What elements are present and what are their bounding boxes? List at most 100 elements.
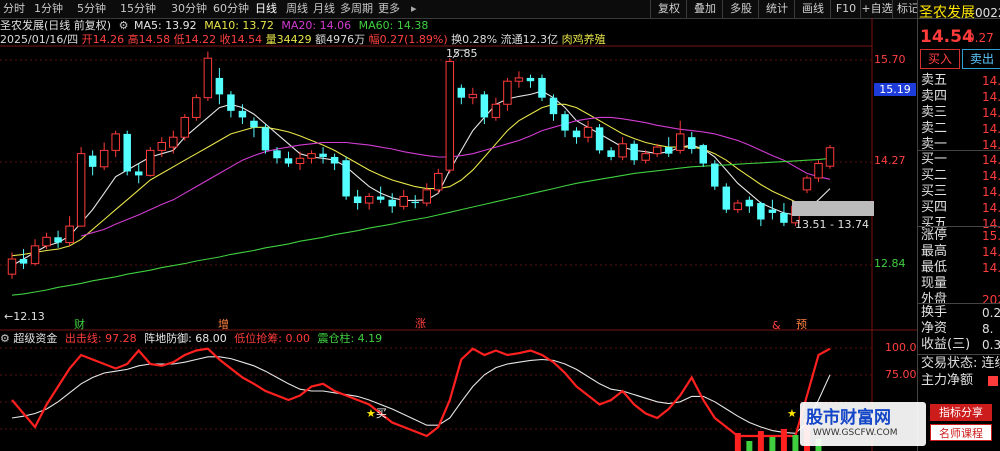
price-tick-low: 12.84 xyxy=(874,257,906,270)
indicator-tick-75: 75.00 xyxy=(885,368,917,381)
side-stat-label: 最低 xyxy=(921,260,948,275)
candle-body-up xyxy=(814,163,823,179)
candle-body-up xyxy=(295,157,305,165)
side-ask-value: 14. xyxy=(982,74,1000,88)
price-tick-high: 15.70 xyxy=(874,53,906,66)
candle-body-up xyxy=(503,80,512,105)
shakeout-bar xyxy=(769,437,776,451)
event-marker-finance[interactable]: 财 xyxy=(74,318,85,331)
candle-body-up xyxy=(399,195,408,207)
side-ask-label: 卖二 xyxy=(921,121,948,136)
side-price: 14.54 xyxy=(920,27,974,47)
candle-body-down xyxy=(457,87,466,98)
shakeout-bar xyxy=(734,433,741,451)
candle-body-down xyxy=(19,259,28,264)
candle-body-down xyxy=(595,127,604,151)
candle-body-down xyxy=(757,203,765,220)
candle-body-down xyxy=(134,171,143,176)
candle-body-down xyxy=(330,156,339,164)
candle-body-up xyxy=(641,153,650,161)
candle-body-up xyxy=(364,195,374,204)
candle-body-down xyxy=(353,196,362,204)
candle-body-down xyxy=(780,212,788,223)
indicator-line4: 震仓柱: 4.19 xyxy=(317,332,383,345)
side-divider xyxy=(918,150,1000,151)
candle-body-up xyxy=(76,153,86,227)
range-highlight-box xyxy=(792,201,874,216)
watermark-site-name: 股市财富网 xyxy=(806,408,891,428)
candle-body-down xyxy=(526,77,535,82)
candle-body-up xyxy=(65,225,74,244)
indicator-name[interactable]: 超级资金 xyxy=(13,332,57,345)
candle-body-up xyxy=(169,136,178,148)
event-marker-forecast[interactable]: 预 xyxy=(796,318,807,331)
candle-body-up xyxy=(307,153,316,159)
side-stat-value: 14. xyxy=(982,245,1000,259)
sell-button[interactable]: 卖出 xyxy=(962,49,1000,69)
candle-body-down xyxy=(411,201,419,204)
candle-body-up xyxy=(30,245,40,265)
candle-body-up xyxy=(192,97,201,118)
indicator-header: ⚙ 超级资金 出击线: 97.28 阵地防御: 68.00 低位抢筹: 0.00… xyxy=(0,332,382,346)
annotation-high: 15.85 xyxy=(446,47,478,60)
candle-body-up xyxy=(146,149,155,176)
shakeout-bar xyxy=(757,431,764,451)
candle-body-up xyxy=(618,143,627,158)
candle-body-up xyxy=(652,146,662,155)
side-bid-value: 14. xyxy=(982,153,1000,167)
candle-body-up xyxy=(7,258,17,275)
trade-status: 交易状态: 连续 xyxy=(921,356,1000,371)
candle-body-down xyxy=(538,77,546,98)
side-ask-value: 14. xyxy=(982,106,1000,120)
price-tick-mid: 14.27 xyxy=(874,154,906,167)
side-stat2-label: 净资 xyxy=(921,321,948,336)
candle-body-down xyxy=(699,145,708,164)
candle-body-up xyxy=(157,141,167,151)
candle-body-up xyxy=(825,147,835,167)
candle-body-down xyxy=(388,199,396,207)
indicator-line2: 阵地防御: 68.00 xyxy=(144,332,227,345)
candle-body-down xyxy=(664,147,673,154)
candle-body-down xyxy=(319,153,327,157)
defense-line xyxy=(11,356,831,434)
buy-signal-label: 买 xyxy=(375,407,387,420)
candle-body-down xyxy=(688,137,696,150)
side-bid-value: 14. xyxy=(982,201,1000,215)
side-stat2-value: 0.3 xyxy=(982,338,1000,352)
event-marker-limit[interactable]: 涨 xyxy=(415,317,426,330)
candle-body-up xyxy=(422,189,432,204)
side-stat-value: 14. xyxy=(982,261,1000,275)
candle-body-down xyxy=(768,209,777,213)
candle-body-down xyxy=(549,97,558,115)
candle-body-down xyxy=(54,237,62,243)
range-label: 13.51 - 13.74 xyxy=(795,218,869,231)
candle-body-down xyxy=(238,110,247,118)
side-stat2-label: 收益(三) xyxy=(921,337,971,352)
candle-body-down xyxy=(342,160,350,197)
side-stat-label: 最高 xyxy=(921,244,948,259)
side-bid-value: 14. xyxy=(982,169,1000,183)
annotation-low: ←12.13 xyxy=(4,310,45,323)
buy-button[interactable]: 买入 xyxy=(920,49,960,69)
candle-body-down xyxy=(215,77,224,95)
candle-body-up xyxy=(99,149,109,168)
side-bid-label: 买一 xyxy=(921,152,948,167)
event-marker-increase[interactable]: 增 xyxy=(218,318,229,331)
event-marker-amp[interactable]: & xyxy=(772,319,781,332)
ma10-line xyxy=(11,103,831,257)
candle-body-down xyxy=(711,163,719,187)
side-divider xyxy=(918,354,1000,355)
candle-body-down xyxy=(745,199,754,207)
candle-body-up xyxy=(434,172,443,191)
side-divider xyxy=(918,226,1000,227)
candle-body-up xyxy=(468,93,478,99)
flow-bar-icon xyxy=(988,376,998,386)
candle-body-up xyxy=(180,116,190,138)
side-bid-label: 买三 xyxy=(921,184,948,199)
watermark-tag-course: 名师课程 xyxy=(930,424,992,441)
kline-chart[interactable] xyxy=(0,0,917,451)
side-ask-label: 卖三 xyxy=(921,105,948,120)
indicator-settings-icon[interactable]: ⚙ xyxy=(0,332,10,345)
side-stat2-value: 8. xyxy=(982,322,994,336)
side-stock-code: 0022 xyxy=(975,6,1000,20)
